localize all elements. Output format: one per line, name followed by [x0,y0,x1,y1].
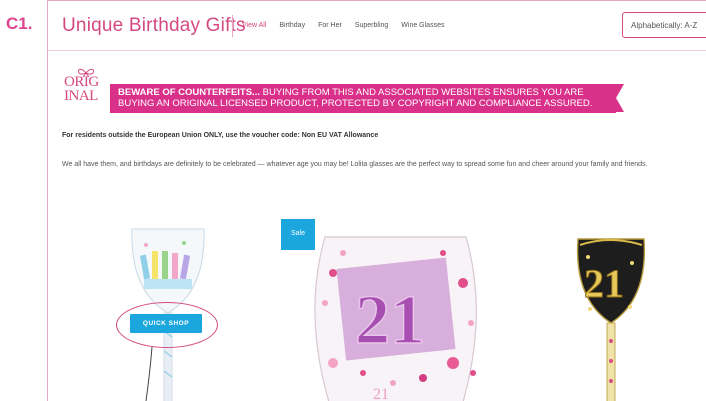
quick-shop-button[interactable]: QUICK SHOP [130,314,202,333]
original-logo: ORIG INAL [62,67,110,107]
svg-text:21: 21 [373,386,389,401]
original-logo-text: ORIG INAL [64,74,99,104]
sale-badge: Sale [281,219,315,250]
webpage-frame: Unique Birthday Gifts View All Birthday … [47,0,706,401]
banner-line2: BUYING AN ORIGINAL LICENSED PRODUCT, PRO… [118,98,593,109]
nav-item-for-her[interactable]: For Her [318,22,342,29]
figure-label: C1. [6,14,33,33]
banner-tail [616,84,624,112]
counterfeit-warning-banner: BEWARE OF COUNTERFEITS... BUYING FROM TH… [110,84,624,113]
svg-text:21: 21 [355,282,425,359]
product-image-gold-21-glass[interactable]: 21 [570,229,652,401]
brand-title[interactable]: Unique Birthday Gifts [62,15,246,37]
nav-item-birthday[interactable]: Birthday [279,22,305,29]
intro-text: We all have them, and birthdays are defi… [62,161,648,168]
site-header: Unique Birthday Gifts View All Birthday … [48,1,706,51]
product-image-pink-21-glass[interactable]: 21 21 [303,233,488,401]
svg-text:21: 21 [584,261,624,306]
vat-voucher-note: For residents outside the European Union… [62,132,379,139]
nav-item-wine-glasses[interactable]: Wine Glasses [401,22,444,29]
category-nav: View All Birthday For Her Superbling Win… [242,22,444,29]
nav-item-superbling[interactable]: Superbling [355,22,388,29]
nav-item-view-all[interactable]: View All [242,22,266,29]
banner-heading: BEWARE OF COUNTERFEITS... [118,87,260,98]
sort-select[interactable]: Alphabetically: A-Z [622,12,706,38]
header-divider [232,15,233,37]
banner-line1: BUYING FROM THIS AND ASSOCIATED WEBSITES… [259,87,584,98]
